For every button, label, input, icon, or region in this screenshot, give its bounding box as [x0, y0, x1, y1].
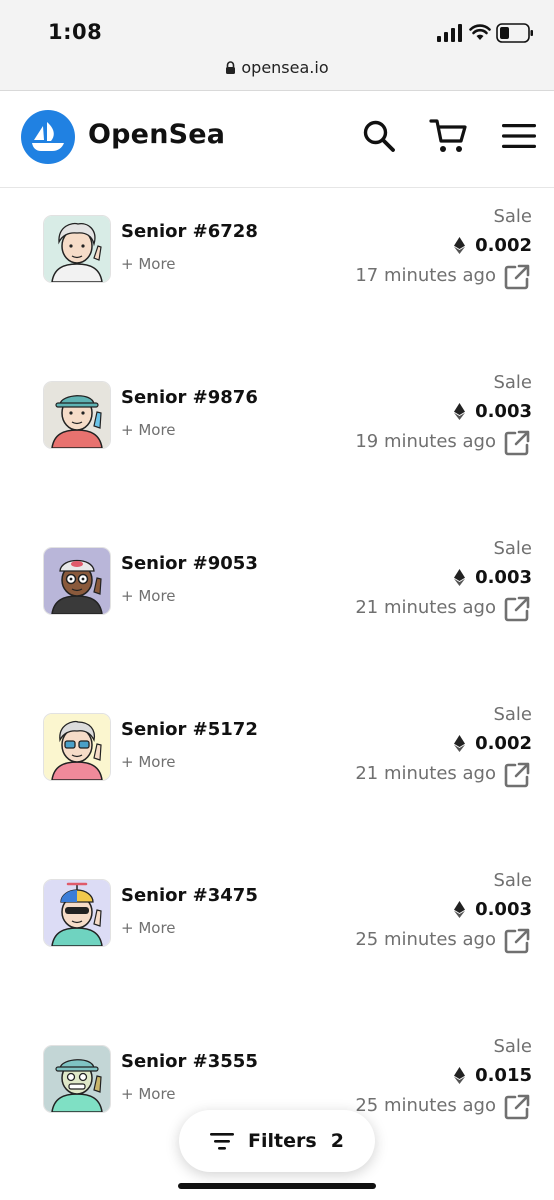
event-time: 19 minutes ago	[355, 431, 496, 452]
senior-avatar-image	[44, 714, 110, 780]
ethereum-icon	[454, 901, 466, 918]
cellular-signal-icon	[437, 24, 462, 42]
opensea-logo-icon[interactable]	[21, 110, 75, 164]
search-icon[interactable]	[362, 119, 396, 153]
brand-name[interactable]: OpenSea	[88, 119, 225, 150]
filter-icon	[210, 1133, 235, 1150]
price: 0.002	[454, 235, 532, 256]
item-name[interactable]: Senior #9053	[121, 553, 258, 574]
event-type: Sale	[493, 870, 532, 891]
filters-label: Filters	[248, 1130, 317, 1152]
event-time: 21 minutes ago	[355, 597, 496, 618]
ethereum-icon	[454, 237, 466, 254]
list-item[interactable]: Senior #9053 + More Sale 0.003 21 minute…	[0, 520, 554, 686]
home-indicator	[178, 1183, 376, 1189]
item-name[interactable]: Senior #3555	[121, 1051, 258, 1072]
filters-count: 2	[330, 1130, 344, 1152]
item-name[interactable]: Senior #9876	[121, 387, 258, 408]
price-value: 0.002	[475, 235, 532, 256]
event-type: Sale	[493, 372, 532, 393]
item-name[interactable]: Senior #3475	[121, 885, 258, 906]
event-time: 17 minutes ago	[355, 265, 496, 286]
price-value: 0.015	[475, 1065, 532, 1086]
item-name[interactable]: Senior #5172	[121, 719, 258, 740]
list-item[interactable]: Senior #9876 + More Sale 0.003 19 minute…	[0, 354, 554, 520]
event-type: Sale	[493, 538, 532, 559]
price: 0.015	[454, 1065, 532, 1086]
event-time: 25 minutes ago	[355, 1095, 496, 1116]
price: 0.003	[454, 401, 532, 422]
ethereum-icon	[454, 403, 466, 420]
url-text: opensea.io	[241, 58, 329, 77]
cart-icon[interactable]	[429, 118, 467, 154]
price-value: 0.003	[475, 899, 532, 920]
external-link-icon[interactable]	[504, 762, 530, 788]
more-link[interactable]: + More	[121, 753, 176, 771]
price-value: 0.003	[475, 401, 532, 422]
senior-avatar-image	[44, 548, 110, 614]
senior-avatar-image	[44, 880, 110, 946]
event-time: 25 minutes ago	[355, 929, 496, 950]
nft-thumbnail[interactable]	[43, 547, 111, 615]
external-link-icon[interactable]	[504, 928, 530, 954]
lock-icon	[226, 61, 236, 74]
external-link-icon[interactable]	[504, 1094, 530, 1120]
wifi-icon	[469, 24, 491, 40]
nft-thumbnail[interactable]	[43, 713, 111, 781]
item-name[interactable]: Senior #6728	[121, 221, 258, 242]
filters-button[interactable]: Filters 2	[179, 1110, 375, 1172]
price-value: 0.002	[475, 733, 532, 754]
external-link-icon[interactable]	[504, 430, 530, 456]
event-type: Sale	[493, 206, 532, 227]
ethereum-icon	[454, 735, 466, 752]
hamburger-menu-icon[interactable]	[502, 123, 536, 149]
more-link[interactable]: + More	[121, 255, 176, 273]
more-link[interactable]: + More	[121, 919, 176, 937]
ethereum-icon	[454, 1067, 466, 1084]
ethereum-icon	[454, 569, 466, 586]
status-time: 1:08	[48, 20, 103, 44]
nft-thumbnail[interactable]	[43, 1045, 111, 1113]
senior-avatar-image	[44, 216, 110, 282]
external-link-icon[interactable]	[504, 596, 530, 622]
battery-icon	[496, 23, 533, 43]
list-item[interactable]: Senior #6728 + More Sale 0.002 17 minute…	[0, 188, 554, 354]
event-type: Sale	[493, 704, 532, 725]
app-header: OpenSea	[0, 91, 554, 188]
nft-thumbnail[interactable]	[43, 879, 111, 947]
list-item[interactable]: Senior #3475 + More Sale 0.003 25 minute…	[0, 852, 554, 1018]
price: 0.003	[454, 567, 532, 588]
address-bar[interactable]: opensea.io	[0, 58, 554, 77]
nft-thumbnail[interactable]	[43, 215, 111, 283]
list-item[interactable]: Senior #5172 + More Sale 0.002 21 minute…	[0, 686, 554, 852]
event-type: Sale	[493, 1036, 532, 1057]
price-value: 0.003	[475, 567, 532, 588]
more-link[interactable]: + More	[121, 1085, 176, 1103]
more-link[interactable]: + More	[121, 421, 176, 439]
more-link[interactable]: + More	[121, 587, 176, 605]
external-link-icon[interactable]	[504, 264, 530, 290]
senior-avatar-image	[44, 1046, 110, 1112]
price: 0.003	[454, 899, 532, 920]
senior-avatar-image	[44, 382, 110, 448]
price: 0.002	[454, 733, 532, 754]
nft-thumbnail[interactable]	[43, 381, 111, 449]
status-bar: 1:08 opensea.io	[0, 0, 554, 91]
event-time: 21 minutes ago	[355, 763, 496, 784]
